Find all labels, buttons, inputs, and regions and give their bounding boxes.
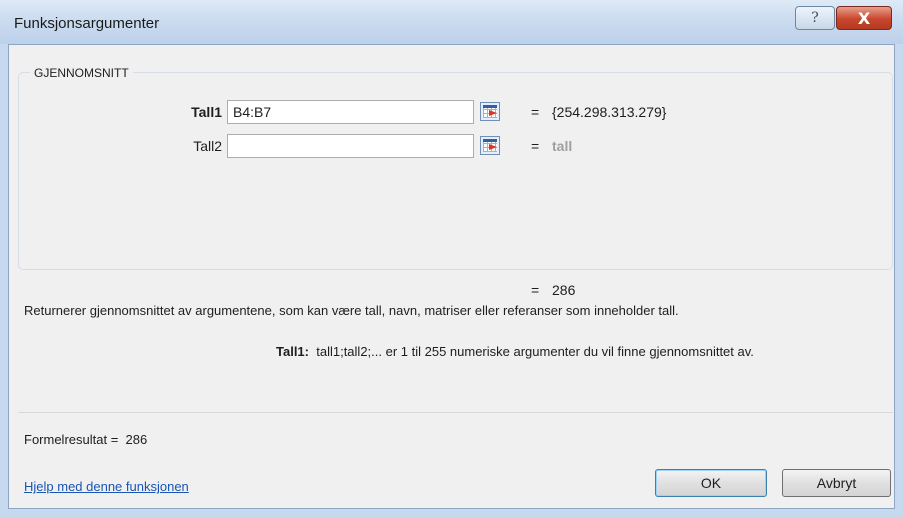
dialog-title: Funksjonsargumenter — [14, 15, 160, 32]
help-icon: ? — [811, 10, 819, 26]
ref-button-tall2[interactable] — [480, 136, 500, 155]
ok-button[interactable]: OK — [655, 469, 767, 497]
close-icon: X — [857, 8, 871, 28]
function-arguments-dialog: Funksjonsargumenter ? X GJENNOMSNITT Tal… — [0, 0, 903, 517]
function-name: GJENNOMSNITT — [30, 66, 133, 80]
function-description: Returnerer gjennomsnittet av argumentene… — [24, 303, 679, 318]
help-button[interactable]: ? — [795, 6, 835, 30]
arg-input-tall1[interactable]: B4:B7 — [227, 100, 474, 124]
cancel-button[interactable]: Avbryt — [782, 469, 891, 497]
formula-result-label: Formelresultat = — [24, 432, 119, 447]
arg-label-tall2: Tall2 — [193, 138, 222, 154]
argument-help-name: Tall1: — [276, 344, 309, 359]
formula-result: Formelresultat = 286 — [24, 432, 147, 447]
arg-equals-tall2: = — [531, 138, 540, 154]
close-button[interactable]: X — [836, 6, 892, 30]
arg-label-tall1: Tall1 — [191, 104, 222, 120]
title-bar[interactable]: Funksjonsargumenter ? X — [0, 0, 903, 44]
arg-equals-tall1: = — [531, 104, 540, 120]
arg-input-tall2[interactable] — [227, 134, 474, 158]
result-equals: = — [531, 282, 540, 298]
formula-result-value: 286 — [125, 432, 148, 447]
result-value: 286 — [552, 282, 576, 298]
ref-button-tall1[interactable] — [480, 102, 500, 121]
help-link[interactable]: Hjelp med denne funksjonen — [24, 479, 189, 494]
argument-help-text: tall1;tall2;... er 1 til 255 numeriske a… — [316, 344, 754, 359]
arg-result-tall2: tall — [552, 138, 573, 154]
separator — [18, 412, 893, 413]
arg-result-tall1: {254.298.313.279} — [552, 104, 667, 120]
argument-help: Tall1: tall1;tall2;... er 1 til 255 nume… — [276, 344, 754, 359]
